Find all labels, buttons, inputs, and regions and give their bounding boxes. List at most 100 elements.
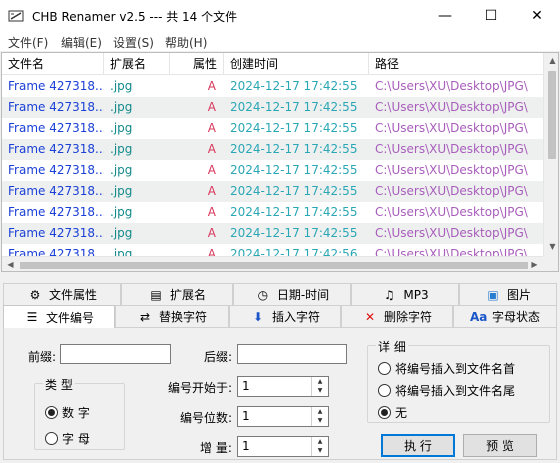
column-header-path[interactable]: 路径 (369, 53, 543, 75)
start-label: 编号开始于: (168, 381, 233, 395)
app-logo-icon (8, 10, 24, 22)
menu-help[interactable]: 帮助(H) (165, 34, 207, 51)
cell-filename: Frame 427318... (8, 79, 104, 93)
cell-extension: .jpg (110, 142, 133, 156)
execute-button[interactable]: 执 行 (381, 434, 455, 457)
detail-radio-append[interactable]: 将编号插入到文件名尾 (378, 382, 515, 399)
vertical-scroll-thumb[interactable] (548, 71, 556, 159)
maximize-button[interactable]: ☐ (468, 0, 514, 32)
detail-radio-none[interactable]: 无 (378, 404, 407, 421)
tab-letter-case[interactable]: Aa 字母状态 (453, 305, 557, 327)
file-list[interactable]: 文件名 扩展名 属性 创建时间 路径 Frame 427318... .jpg A 2… (1, 52, 559, 272)
cell-attributes: A (207, 100, 216, 114)
preview-button[interactable]: 预 览 (463, 434, 537, 457)
cell-attributes: A (207, 205, 216, 219)
red-x-icon: ✕ (364, 309, 376, 324)
column-header-filename[interactable]: 文件名 (2, 53, 104, 75)
cell-filename: Frame 427318... (8, 100, 104, 114)
menu-settings[interactable]: 设置(S) (113, 34, 154, 51)
cell-path: C:\Users\XU\Desktop\JPG\ (375, 121, 528, 135)
scroll-down-arrow-icon[interactable]: ▼ (544, 242, 558, 251)
tab-insert-characters[interactable]: ⬇ 插入字符 (229, 305, 341, 327)
menu-bar: 文件(F) 编辑(E) 设置(S) 帮助(H) (0, 32, 560, 51)
table-row[interactable]: Frame 427318... .jpg A 2024-12-17 17:42:56 C… (2, 244, 543, 256)
table-row[interactable]: Frame 427318... .jpg A 2024-12-17 17:42:55 C… (2, 181, 543, 202)
tab-replace-characters[interactable]: ⇄ 替换字符 (115, 305, 229, 327)
close-button[interactable]: ✕ (514, 0, 560, 32)
scroll-up-arrow-icon[interactable]: ▲ (544, 56, 558, 65)
cell-path: C:\Users\XU\Desktop\JPG\ (375, 184, 528, 198)
suffix-input[interactable] (237, 344, 347, 364)
spin-down-icon[interactable]: ▼ (312, 416, 328, 425)
column-header-attributes[interactable]: 属性 (170, 53, 224, 75)
cell-path: C:\Users\XU\Desktop\JPG\ (375, 163, 528, 177)
tab-date-time[interactable]: ◷ 日期-时间 (233, 283, 351, 305)
cell-path: C:\Users\XU\Desktop\JPG\ (375, 100, 528, 114)
cell-extension: .jpg (110, 121, 133, 135)
cell-extension: .jpg (110, 100, 133, 114)
prefix-input[interactable] (60, 344, 171, 364)
cell-filename: Frame 427318... (8, 121, 104, 135)
type-group: 类 型 数 字 字 母 (34, 376, 125, 450)
tab-image[interactable]: ▣ 图片 (459, 283, 557, 305)
tab-row-top: ⚙ 文件属性 ▤ 扩展名 ◷ 日期-时间 ♫ MP3 ▣ 图片 (0, 283, 560, 305)
tab-row-bottom: ☰ 文件编号 ⇄ 替换字符 ⬇ 插入字符 ✕ 删除字符 Aa 字母状态 (0, 305, 560, 328)
cell-filename: Frame 427318... (8, 142, 104, 156)
detail-radio-prepend[interactable]: 将编号插入到文件名首 (378, 360, 515, 377)
prefix-label: 前缀: (28, 350, 57, 364)
table-row[interactable]: Frame 427318... .jpg A 2024-12-17 17:42:55 C… (2, 97, 543, 118)
start-spinner[interactable]: 1 ▲ ▼ (237, 376, 329, 397)
cell-path: C:\Users\XU\Desktop\JPG\ (375, 142, 528, 156)
gear-icon: ⚙ (29, 287, 41, 302)
table-row[interactable]: Frame 427318... .jpg A 2024-12-17 17:42:55 C… (2, 223, 543, 244)
tab-file-numbering[interactable]: ☰ 文件编号 (3, 305, 115, 328)
window-title: CHB Renamer v2.5 --- 共 14 个文件 (32, 10, 238, 24)
radio-empty-icon (378, 362, 391, 375)
column-header-created[interactable]: 创建时间 (224, 53, 369, 75)
clock-icon: ◷ (257, 287, 269, 302)
cell-created: 2024-12-17 17:42:55 (230, 79, 358, 93)
cell-created: 2024-12-17 17:42:55 (230, 184, 358, 198)
cell-attributes: A (207, 184, 216, 198)
type-group-title: 类 型 (43, 376, 75, 393)
table-row[interactable]: Frame 427318... .jpg A 2024-12-17 17:42:55 C… (2, 118, 543, 139)
cell-filename: Frame 427318... (8, 205, 104, 219)
vertical-scrollbar[interactable]: ▲ ▼ (543, 53, 558, 256)
cell-created: 2024-12-17 17:42:55 (230, 205, 358, 219)
spin-down-icon[interactable]: ▼ (312, 386, 328, 395)
table-row[interactable]: Frame 427318... .jpg A 2024-12-17 17:42:55 C… (2, 139, 543, 160)
tab-extension[interactable]: ▤ 扩展名 (121, 283, 233, 305)
menu-file[interactable]: 文件(F) (8, 34, 48, 51)
table-row[interactable]: Frame 427318... .jpg A 2024-12-17 17:42:55 C… (2, 160, 543, 181)
tab-file-attributes[interactable]: ⚙ 文件属性 (3, 283, 121, 305)
letter-case-icon: Aa (469, 309, 488, 324)
radio-empty-icon (45, 432, 58, 445)
list-rows: Frame 427318... .jpg A 2024-12-17 17:42:55 C… (2, 76, 543, 256)
scrollbar-corner (543, 256, 558, 271)
list-header: 文件名 扩展名 属性 创建时间 路径 (2, 53, 543, 75)
horizontal-scrollbar[interactable]: ◀ ▶ (2, 256, 543, 271)
type-radio-letter[interactable]: 字 母 (45, 430, 90, 447)
horizontal-scroll-thumb[interactable] (20, 262, 528, 269)
step-spinner[interactable]: 1 ▲ ▼ (237, 436, 329, 457)
spin-up-icon[interactable]: ▲ (312, 407, 328, 416)
scroll-left-arrow-icon[interactable]: ◀ (2, 260, 19, 269)
type-radio-number[interactable]: 数 字 (45, 404, 90, 421)
scroll-right-arrow-icon[interactable]: ▶ (526, 260, 543, 269)
cell-extension: .jpg (110, 226, 133, 240)
spin-up-icon[interactable]: ▲ (312, 437, 328, 446)
step-label: 增 量: (200, 441, 232, 455)
column-header-extension[interactable]: 扩展名 (104, 53, 170, 75)
spin-up-icon[interactable]: ▲ (312, 377, 328, 386)
minimize-button[interactable]: — (422, 0, 468, 32)
cell-filename: Frame 427318... (8, 163, 104, 177)
cell-created: 2024-12-17 17:42:55 (230, 121, 358, 135)
tab-mp3[interactable]: ♫ MP3 (351, 283, 459, 305)
tab-delete-characters[interactable]: ✕ 删除字符 (341, 305, 453, 327)
digits-spinner[interactable]: 1 ▲ ▼ (237, 406, 329, 427)
table-row[interactable]: Frame 427318... .jpg A 2024-12-17 17:42:55 C… (2, 76, 543, 97)
spin-down-icon[interactable]: ▼ (312, 446, 328, 455)
table-row[interactable]: Frame 427318... .jpg A 2024-12-17 17:42:55 C… (2, 202, 543, 223)
menu-edit[interactable]: 编辑(E) (61, 34, 102, 51)
cell-path: C:\Users\XU\Desktop\JPG\ (375, 226, 528, 240)
